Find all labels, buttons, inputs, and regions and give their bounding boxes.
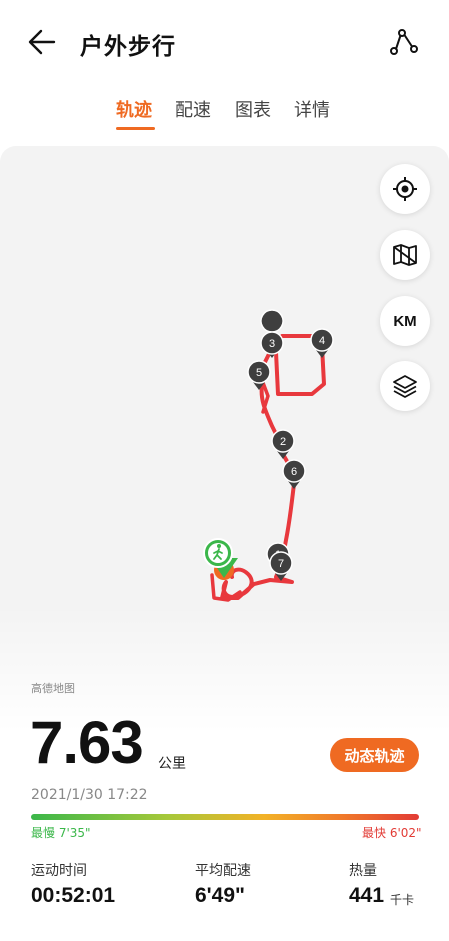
distance-unit: 公里 (158, 756, 186, 772)
layers-button[interactable] (380, 361, 430, 411)
tab-bar: 轨迹 配速 图表 详情 (0, 96, 449, 136)
map-icon (393, 244, 417, 266)
locate-icon (393, 177, 417, 201)
calories-unit: 千卡 (390, 893, 415, 907)
tab-details[interactable]: 详情 (294, 96, 330, 122)
slowest-pace: 最慢 7'35" (31, 826, 91, 840)
km-marker-5[interactable]: 5 (247, 360, 271, 390)
distance-value: 7.63 (30, 709, 144, 776)
fastest-pace: 最快 6'02" (362, 826, 422, 840)
duration-label: 运动时间 (31, 863, 87, 879)
duration-value: 00:52:01 (31, 884, 116, 907)
screen: 户外步行 轨迹 配速 图表 详情 3 4 5 2 6 7 KM 高德地图 7.6… (0, 0, 449, 941)
km-label: KM (393, 312, 417, 330)
avg-pace-value: 6'49" (195, 884, 245, 907)
km-marker-6[interactable]: 6 (282, 459, 306, 489)
dynamic-track-button[interactable]: 动态轨迹 (330, 738, 419, 772)
calories-label: 热量 (349, 863, 377, 879)
km-marker-2-label: 2 (280, 436, 286, 448)
header: 户外步行 (0, 0, 449, 88)
map-provider-label: 高德地图 (31, 682, 75, 695)
tab-track[interactable]: 轨迹 (116, 96, 152, 122)
km-marker-3-label: 3 (269, 338, 275, 350)
arrow-left-icon (28, 29, 56, 55)
map-type-button[interactable] (380, 230, 430, 280)
km-marker-4[interactable]: 4 (310, 328, 334, 358)
route-share-icon (390, 29, 418, 55)
calories-value: 441 (349, 884, 385, 907)
km-marker-7-label: 7 (278, 558, 284, 570)
tab-pace[interactable]: 配速 (175, 96, 211, 122)
walker-start-icon[interactable] (203, 538, 238, 580)
active-tab-indicator (116, 127, 155, 130)
km-marker-5-label: 5 (256, 367, 262, 379)
back-button[interactable] (26, 26, 58, 58)
workout-date: 2021/1/30 17:22 (31, 787, 148, 803)
page-title: 户外步行 (80, 34, 176, 60)
route-share-button[interactable] (388, 27, 420, 57)
pace-gradient-bar (31, 814, 419, 820)
km-marker-6-label: 6 (291, 466, 297, 478)
avg-pace-label: 平均配速 (195, 863, 251, 879)
layers-icon (393, 375, 417, 398)
km-marker-4-label: 4 (319, 335, 325, 347)
locate-button[interactable] (380, 164, 430, 214)
map-view[interactable]: 3 4 5 2 6 7 KM (0, 146, 449, 746)
km-toggle-button[interactable]: KM (380, 296, 430, 346)
km-marker-7[interactable]: 7 (269, 551, 293, 581)
km-marker-2[interactable]: 2 (271, 429, 295, 459)
tab-chart[interactable]: 图表 (235, 96, 271, 122)
km-marker-3[interactable]: 3 (260, 309, 284, 358)
